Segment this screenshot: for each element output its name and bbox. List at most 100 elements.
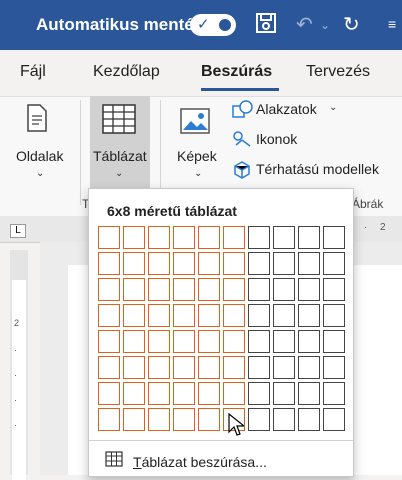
- shapes-button-label[interactable]: Alakzatok: [256, 101, 317, 117]
- pages-icon[interactable]: [26, 104, 48, 137]
- table-grid-cell-selected[interactable]: [173, 304, 195, 327]
- table-grid-cell[interactable]: [323, 408, 345, 431]
- table-grid-cell[interactable]: [323, 252, 345, 275]
- table-grid-cell[interactable]: [273, 382, 295, 405]
- table-grid-cell-selected[interactable]: [198, 382, 220, 405]
- table-grid-cell-selected[interactable]: [198, 226, 220, 249]
- table-grid-cell-selected[interactable]: [148, 382, 170, 405]
- table-grid-cell[interactable]: [323, 330, 345, 353]
- table-grid-cell[interactable]: [323, 226, 345, 249]
- tab-home[interactable]: Kezdőlap: [93, 63, 160, 81]
- table-grid-cell-selected[interactable]: [123, 356, 145, 379]
- table-grid-cell[interactable]: [298, 356, 320, 379]
- table-grid-cell-selected[interactable]: [173, 226, 195, 249]
- pictures-button-label[interactable]: Képek: [177, 148, 217, 164]
- table-grid-cell-selected[interactable]: [198, 304, 220, 327]
- table-grid-cell-selected[interactable]: [173, 278, 195, 301]
- table-grid-cell-selected[interactable]: [123, 252, 145, 275]
- cube-icon[interactable]: [232, 160, 252, 185]
- table-grid-cell[interactable]: [298, 226, 320, 249]
- table-grid-cell-selected[interactable]: [173, 330, 195, 353]
- table-grid-cell-selected[interactable]: [198, 330, 220, 353]
- table-grid-cell[interactable]: [248, 252, 270, 275]
- table-grid-cell[interactable]: [298, 252, 320, 275]
- table-grid-cell[interactable]: [248, 356, 270, 379]
- customize-icon[interactable]: ≡: [388, 16, 396, 32]
- table-grid-cell-selected[interactable]: [98, 278, 120, 301]
- table-grid-cell[interactable]: [273, 330, 295, 353]
- table-grid-cell[interactable]: [248, 226, 270, 249]
- chevron-down-icon[interactable]: ⌄: [320, 18, 330, 32]
- save-icon[interactable]: [255, 12, 277, 40]
- tab-file[interactable]: Fájl: [20, 63, 46, 81]
- icons-button-label[interactable]: Ikonok: [256, 131, 297, 147]
- undo-icon[interactable]: ↶: [296, 12, 313, 37]
- autosave-toggle[interactable]: ✓: [190, 14, 236, 36]
- insert-table-menu-item[interactable]: Táblázat beszúrása...: [105, 451, 267, 472]
- table-grid-cell-selected[interactable]: [198, 252, 220, 275]
- table-grid-cell[interactable]: [273, 356, 295, 379]
- table-grid-cell[interactable]: [323, 278, 345, 301]
- table-grid-cell-selected[interactable]: [173, 382, 195, 405]
- table-grid-cell-selected[interactable]: [173, 356, 195, 379]
- table-grid-cell-selected[interactable]: [98, 226, 120, 249]
- table-grid-cell-selected[interactable]: [123, 408, 145, 431]
- vertical-ruler[interactable]: [10, 250, 28, 480]
- table-grid-cell-selected[interactable]: [148, 226, 170, 249]
- table-grid-cell-selected[interactable]: [98, 408, 120, 431]
- pictures-icon[interactable]: [180, 108, 210, 139]
- table-grid-cell-selected[interactable]: [223, 252, 245, 275]
- table-grid-cell-selected[interactable]: [223, 330, 245, 353]
- 3d-models-button-label[interactable]: Térhatású modellek: [256, 161, 379, 177]
- table-grid-cell-selected[interactable]: [148, 408, 170, 431]
- table-grid-cell-selected[interactable]: [148, 252, 170, 275]
- table-grid-cell[interactable]: [323, 356, 345, 379]
- table-grid-cell-selected[interactable]: [223, 278, 245, 301]
- table-grid-cell[interactable]: [248, 304, 270, 327]
- chevron-down-icon[interactable]: ⌄: [194, 168, 202, 179]
- table-grid-cell-selected[interactable]: [123, 226, 145, 249]
- table-grid-cell-selected[interactable]: [98, 330, 120, 353]
- tab-design[interactable]: Tervezés: [306, 63, 370, 81]
- chevron-down-icon[interactable]: ⌄: [36, 168, 44, 179]
- table-grid-cell[interactable]: [248, 382, 270, 405]
- table-grid-cell-selected[interactable]: [198, 278, 220, 301]
- pages-button-label[interactable]: Oldalak: [16, 148, 63, 164]
- table-grid-cell[interactable]: [273, 278, 295, 301]
- table-grid-cell[interactable]: [298, 382, 320, 405]
- table-grid-cell-selected[interactable]: [173, 252, 195, 275]
- shapes-icon[interactable]: [232, 100, 254, 125]
- table-grid-cell[interactable]: [273, 304, 295, 327]
- table-grid-cell[interactable]: [323, 304, 345, 327]
- table-grid-cell-selected[interactable]: [123, 278, 145, 301]
- table-grid-cell-selected[interactable]: [123, 304, 145, 327]
- table-grid-cell[interactable]: [273, 226, 295, 249]
- table-grid-cell[interactable]: [248, 408, 270, 431]
- table-grid-cell-selected[interactable]: [198, 408, 220, 431]
- table-grid-cell-selected[interactable]: [98, 382, 120, 405]
- table-grid-picker[interactable]: [98, 226, 345, 431]
- chevron-down-icon[interactable]: ⌄: [329, 102, 337, 113]
- table-grid-cell[interactable]: [273, 252, 295, 275]
- table-grid-cell[interactable]: [248, 278, 270, 301]
- icons-icon[interactable]: [232, 130, 252, 153]
- table-grid-cell-selected[interactable]: [123, 330, 145, 353]
- table-grid-cell[interactable]: [298, 278, 320, 301]
- table-grid-cell-selected[interactable]: [98, 356, 120, 379]
- table-grid-cell-selected[interactable]: [148, 330, 170, 353]
- table-grid-cell-selected[interactable]: [223, 382, 245, 405]
- table-grid-cell[interactable]: [248, 330, 270, 353]
- table-grid-cell-selected[interactable]: [223, 226, 245, 249]
- tab-insert[interactable]: Beszúrás: [201, 63, 272, 81]
- table-grid-cell-selected[interactable]: [148, 356, 170, 379]
- table-grid-cell[interactable]: [298, 304, 320, 327]
- table-grid-cell-selected[interactable]: [98, 252, 120, 275]
- table-grid-cell[interactable]: [298, 330, 320, 353]
- table-grid-cell-selected[interactable]: [98, 304, 120, 327]
- table-grid-cell-selected[interactable]: [223, 356, 245, 379]
- table-grid-cell[interactable]: [273, 408, 295, 431]
- table-grid-cell-selected[interactable]: [148, 278, 170, 301]
- table-grid-cell-selected[interactable]: [123, 382, 145, 405]
- tab-selector[interactable]: L: [10, 224, 26, 238]
- table-grid-cell-selected[interactable]: [198, 356, 220, 379]
